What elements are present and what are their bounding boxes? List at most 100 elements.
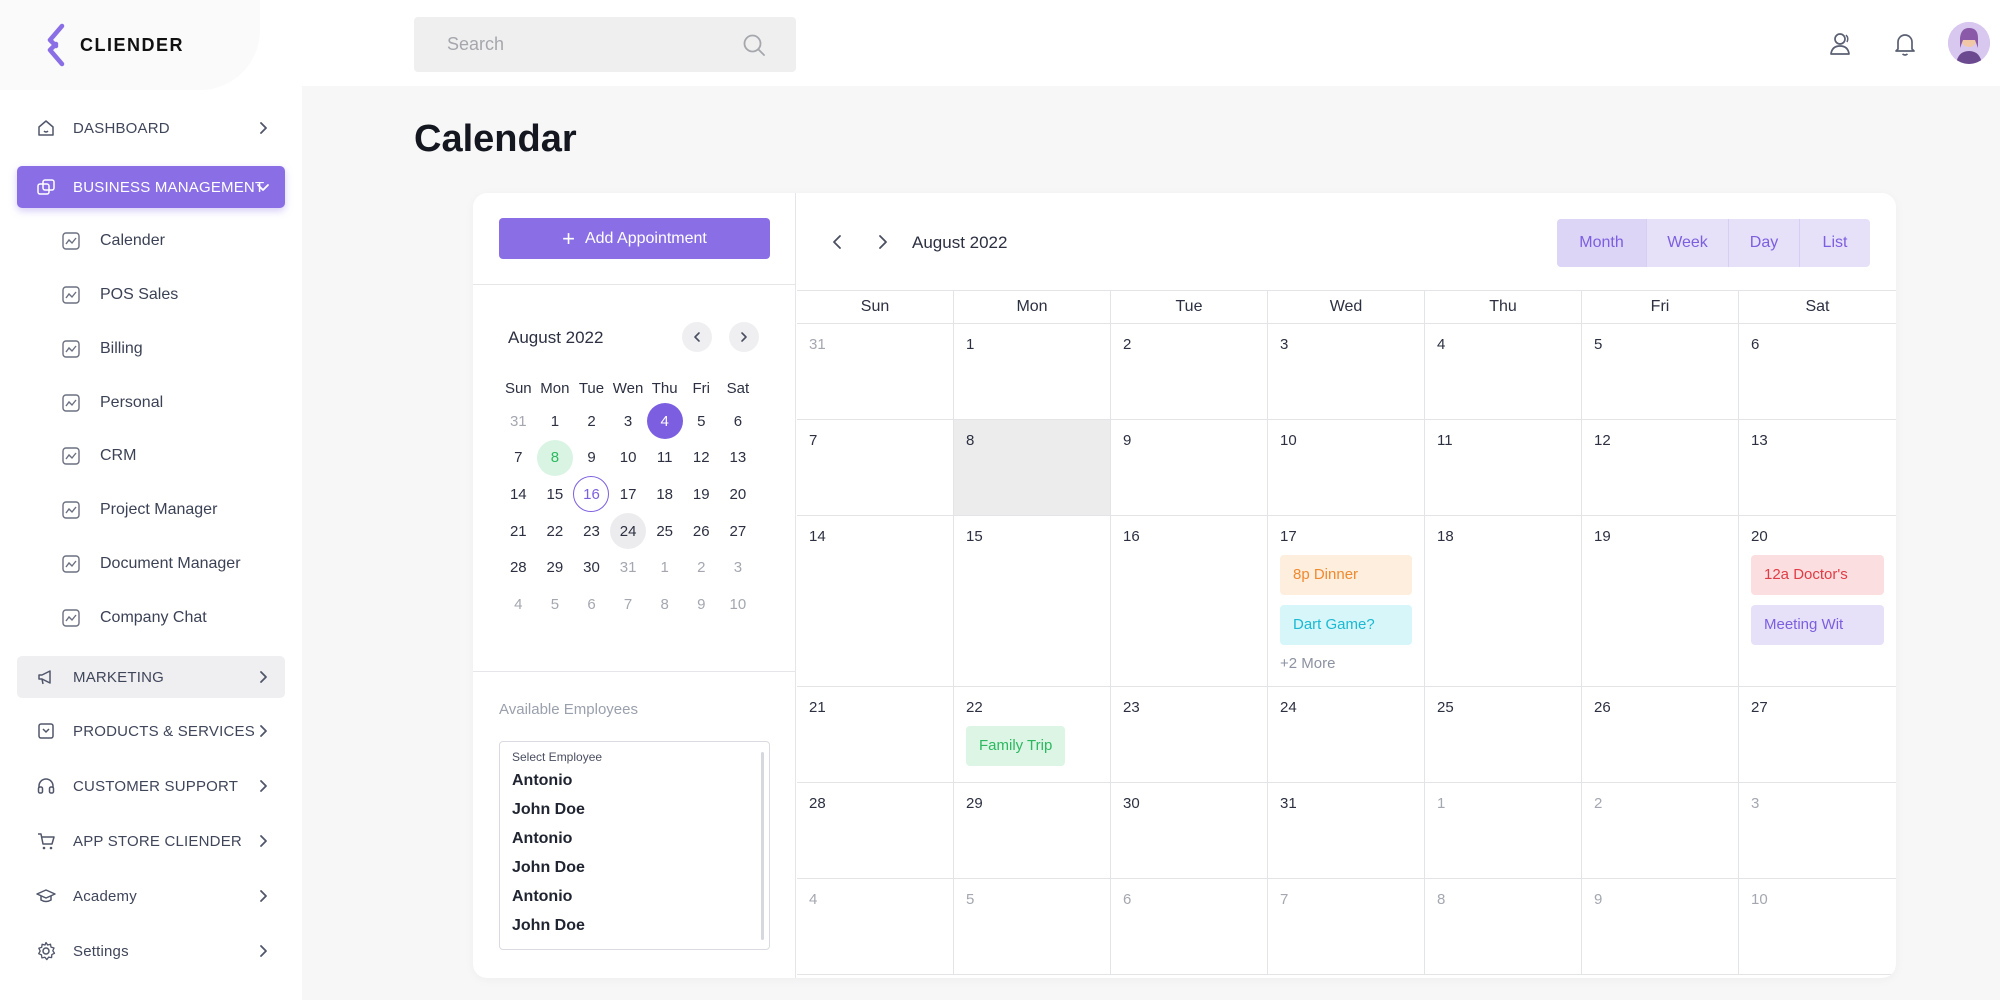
calendar-day-cell[interactable]: 18 <box>1425 516 1582 686</box>
nav-business-management[interactable]: BUSINESS MANAGEMENT <box>17 166 285 208</box>
mini-day[interactable]: 13 <box>720 440 757 476</box>
next-month-button[interactable] <box>869 229 895 255</box>
event-dart[interactable]: Dart Game? <box>1280 605 1412 645</box>
nav-dashboard[interactable]: DASHBOARD <box>17 107 285 149</box>
mini-day[interactable]: 16 <box>573 476 610 513</box>
calendar-day-cell[interactable]: 14 <box>797 516 954 686</box>
mini-day[interactable]: 4 <box>646 403 683 440</box>
calendar-day-cell[interactable]: 6 <box>1739 324 1896 419</box>
calendar-day-cell[interactable]: 7 <box>797 420 954 515</box>
employee-option[interactable]: Antonio <box>512 766 757 795</box>
mini-day[interactable]: 18 <box>646 476 683 512</box>
calendar-day-cell[interactable]: 27 <box>1739 687 1896 782</box>
employee-option[interactable]: Antonio <box>512 882 757 911</box>
mini-day[interactable]: 2 <box>573 403 610 439</box>
mini-day[interactable]: 4 <box>500 586 537 622</box>
calendar-day-cell[interactable]: 4 <box>1425 324 1582 419</box>
calendar-day-cell[interactable]: 26 <box>1582 687 1739 782</box>
calendar-day-cell[interactable]: 17 8p Dinner Dart Game? +2 More <box>1268 516 1425 686</box>
mini-day[interactable]: 3 <box>610 403 647 439</box>
mini-day[interactable]: 29 <box>537 550 574 586</box>
calendar-day-cell[interactable]: 9 <box>1582 879 1739 974</box>
sub-item-document-manager[interactable]: Document Manager <box>62 549 241 579</box>
mini-day[interactable]: 3 <box>720 550 757 586</box>
nav-settings[interactable]: Settings <box>17 930 285 972</box>
employee-list-scrollbar[interactable] <box>761 752 764 940</box>
calendar-day-cell[interactable]: 5 <box>954 879 1111 974</box>
sub-item-personal[interactable]: Personal <box>62 388 163 418</box>
calendar-day-cell[interactable]: 5 <box>1582 324 1739 419</box>
calendar-day-cell[interactable]: 15 <box>954 516 1111 686</box>
sub-item-pos-sales[interactable]: POS Sales <box>62 280 178 310</box>
nav-app-store[interactable]: APP STORE CLIENDER <box>17 820 285 862</box>
employee-option[interactable]: Antonio <box>512 824 757 853</box>
mini-day[interactable]: 28 <box>500 550 537 586</box>
mini-day[interactable]: 6 <box>573 586 610 622</box>
employee-select-list[interactable]: Select Employee Antonio John Doe Antonio… <box>499 741 770 950</box>
calendar-day-cell[interactable]: 4 <box>797 879 954 974</box>
mini-day[interactable]: 26 <box>683 513 720 549</box>
calendar-day-cell[interactable]: 9 <box>1111 420 1268 515</box>
event-dinner[interactable]: 8p Dinner <box>1280 555 1412 595</box>
mini-day[interactable]: 9 <box>573 440 610 476</box>
mini-day[interactable]: 19 <box>683 476 720 512</box>
calendar-day-cell[interactable]: 6 <box>1111 879 1268 974</box>
employee-option[interactable]: John Doe <box>512 853 757 882</box>
calendar-day-cell[interactable]: 13 <box>1739 420 1896 515</box>
calendar-day-cell[interactable]: 19 <box>1582 516 1739 686</box>
mini-day[interactable]: 21 <box>500 513 537 549</box>
sub-item-billing[interactable]: Billing <box>62 334 143 364</box>
mini-day[interactable]: 8 <box>646 586 683 622</box>
view-month-button[interactable]: Month <box>1557 219 1647 267</box>
mini-day[interactable]: 30 <box>573 550 610 586</box>
mini-day[interactable]: 20 <box>720 476 757 512</box>
calendar-day-cell[interactable]: 3 <box>1739 783 1896 878</box>
calendar-day-cell[interactable]: 8 <box>954 420 1111 515</box>
employee-option[interactable]: John Doe <box>512 911 757 940</box>
sub-item-project-manager[interactable]: Project Manager <box>62 495 217 525</box>
calendar-day-cell[interactable]: 25 <box>1425 687 1582 782</box>
calendar-day-cell[interactable]: 3 <box>1268 324 1425 419</box>
calendar-day-cell[interactable]: 2 <box>1582 783 1739 878</box>
view-week-button[interactable]: Week <box>1647 219 1729 267</box>
calendar-day-cell[interactable]: 31 <box>1268 783 1425 878</box>
calendar-day-cell[interactable]: 30 <box>1111 783 1268 878</box>
calendar-day-cell[interactable]: 31 <box>797 324 954 419</box>
mini-day[interactable]: 12 <box>683 440 720 476</box>
nav-marketing[interactable]: MARKETING <box>17 656 285 698</box>
calendar-day-cell[interactable]: 8 <box>1425 879 1582 974</box>
more-events-link[interactable]: +2 More <box>1280 655 1412 672</box>
user-icon[interactable] <box>1827 30 1855 58</box>
mini-next-button[interactable] <box>729 322 759 352</box>
mini-day[interactable]: 7 <box>500 440 537 476</box>
nav-academy[interactable]: Academy <box>17 875 285 917</box>
calendar-day-cell[interactable]: 1 <box>1425 783 1582 878</box>
calendar-day-cell[interactable]: 1 <box>954 324 1111 419</box>
mini-day[interactable]: 10 <box>720 586 757 622</box>
view-list-button[interactable]: List <box>1800 219 1870 267</box>
mini-day[interactable]: 31 <box>500 403 537 439</box>
event-meeting[interactable]: Meeting Wit <box>1751 605 1884 645</box>
mini-day[interactable]: 8 <box>536 439 574 476</box>
avatar[interactable] <box>1948 22 1990 64</box>
mini-day[interactable]: 11 <box>646 440 683 476</box>
search-input[interactable] <box>447 34 727 55</box>
calendar-day-cell[interactable]: 24 <box>1268 687 1425 782</box>
mini-day[interactable]: 10 <box>610 440 647 476</box>
add-appointment-button[interactable]: + Add Appointment <box>499 218 770 259</box>
nav-customer-support[interactable]: CUSTOMER SUPPORT <box>17 765 285 807</box>
mini-day[interactable]: 9 <box>683 586 720 622</box>
calendar-day-cell[interactable]: 21 <box>797 687 954 782</box>
mini-day[interactable]: 5 <box>537 586 574 622</box>
calendar-day-cell[interactable]: 23 <box>1111 687 1268 782</box>
sub-item-crm[interactable]: CRM <box>62 441 136 471</box>
calendar-day-cell[interactable]: 20 12a Doctor's Meeting Wit <box>1739 516 1896 686</box>
prev-month-button[interactable] <box>825 229 851 255</box>
view-day-button[interactable]: Day <box>1729 219 1800 267</box>
calendar-day-cell[interactable]: 28 <box>797 783 954 878</box>
mini-day[interactable]: 14 <box>500 476 537 512</box>
mini-day[interactable]: 1 <box>646 550 683 586</box>
mini-day[interactable]: 27 <box>720 513 757 549</box>
event-doctor[interactable]: 12a Doctor's <box>1751 555 1884 595</box>
mini-day[interactable]: 2 <box>683 550 720 586</box>
